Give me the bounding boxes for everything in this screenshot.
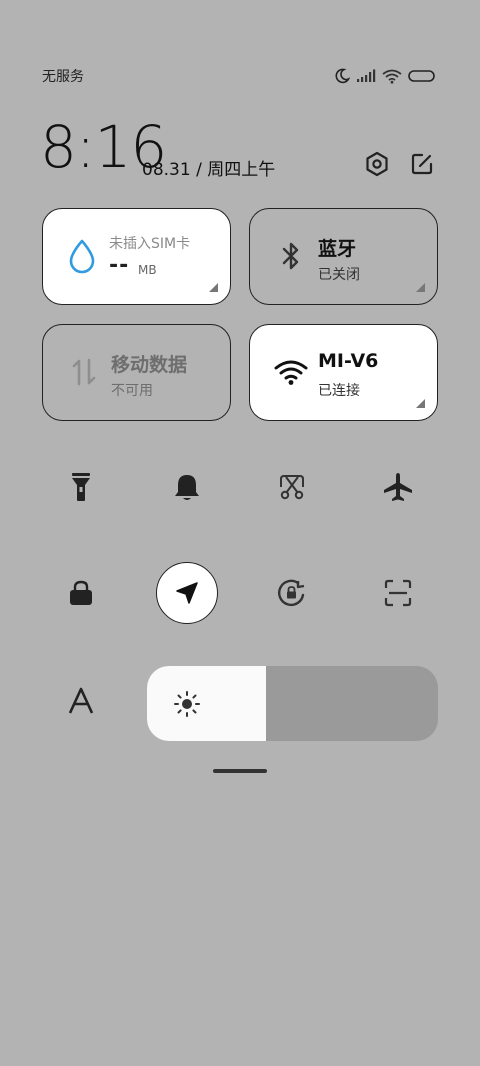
wifi-status: 已连接	[318, 383, 360, 399]
wifi-icon	[382, 69, 402, 84]
settings-icon	[366, 151, 388, 177]
scanner-toggle[interactable]	[367, 562, 429, 624]
location-toggle[interactable]	[156, 562, 218, 624]
carrier-label: 无服务	[42, 69, 84, 85]
wifi-network-name: MI-V6	[318, 350, 379, 372]
airplane-mode-toggle[interactable]	[367, 456, 429, 518]
brightness-fill	[147, 666, 267, 741]
drag-handle[interactable]	[213, 769, 267, 773]
expand-corner-icon	[416, 399, 425, 408]
screenshot-toggle[interactable]	[261, 456, 323, 518]
signal-icon	[357, 69, 376, 82]
data-usage-title: 未插入SIM卡	[109, 236, 191, 252]
mobile-data-tile[interactable]: 移动数据 不可用	[42, 324, 231, 421]
rotation-lock-icon	[278, 579, 305, 607]
wifi-icon	[274, 355, 308, 389]
screenshot-icon	[280, 475, 304, 500]
rotation-lock-toggle[interactable]	[261, 562, 323, 624]
flashlight-toggle[interactable]	[50, 456, 112, 518]
airplane-icon	[384, 473, 412, 501]
flashlight-icon	[72, 473, 90, 501]
location-icon	[176, 582, 198, 604]
ringer-toggle[interactable]	[156, 456, 218, 518]
font-size-button[interactable]	[60, 680, 102, 722]
mobile-data-status: 不可用	[111, 383, 153, 399]
battery-icon	[408, 70, 435, 82]
brightness-slider[interactable]	[147, 666, 438, 741]
sun-icon	[174, 691, 200, 717]
scan-icon	[384, 579, 412, 607]
mobile-data-arrows-icon	[67, 355, 101, 389]
settings-button[interactable]	[361, 148, 393, 180]
bluetooth-icon	[274, 239, 308, 273]
edit-icon	[411, 153, 433, 175]
font-a-icon	[68, 687, 94, 714]
edit-button[interactable]	[406, 148, 438, 180]
moon-icon	[335, 68, 350, 84]
wifi-tile[interactable]: MI-V6 已连接	[249, 324, 438, 421]
lock-icon	[70, 580, 92, 605]
bluetooth-status: 已关闭	[318, 267, 360, 283]
data-usage-value: --	[109, 253, 130, 278]
bluetooth-title: 蓝牙	[318, 238, 357, 260]
bell-icon	[175, 475, 199, 500]
mobile-data-title: 移动数据	[111, 354, 188, 376]
status-icons	[334, 66, 436, 86]
date-label: 08.31 / 周四上午	[142, 160, 276, 180]
data-usage-tile[interactable]: 未插入SIM卡 -- MB	[42, 208, 231, 305]
bluetooth-tile[interactable]: 蓝牙 已关闭	[249, 208, 438, 305]
lock-screen-toggle[interactable]	[50, 562, 112, 624]
water-drop-icon	[65, 239, 99, 274]
data-usage-unit: MB	[138, 263, 157, 277]
expand-corner-icon	[416, 283, 425, 292]
expand-corner-icon	[209, 283, 218, 292]
